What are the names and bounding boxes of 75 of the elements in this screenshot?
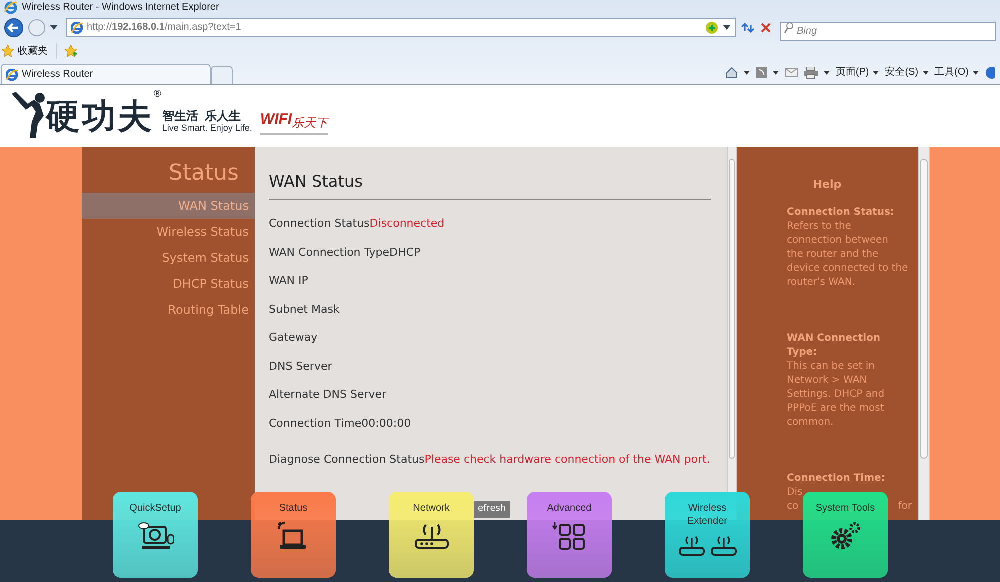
menu-button[interactable]: 安全(S) [885, 65, 929, 80]
nav-tile[interactable]: Wireless Extender [665, 492, 750, 578]
monitor-icon [138, 521, 174, 551]
registered-mark: ® [154, 88, 162, 102]
star-icon [2, 45, 14, 57]
browser-tab[interactable]: Wireless Router [1, 64, 211, 84]
help-text: for [898, 500, 912, 514]
nav-tile[interactable]: Status [251, 492, 336, 578]
dropdown-icon[interactable] [744, 70, 750, 74]
add-favorite-icon[interactable] [65, 45, 77, 57]
status-line: DNS Server [269, 358, 334, 374]
status-line: WAN IP [269, 273, 310, 289]
help-text: connection between [787, 234, 889, 248]
favorites-button[interactable]: 收藏夹 [2, 44, 48, 58]
status-line: Diagnose Connection StatusPlease check hardware connection of the WAN port. [269, 452, 711, 468]
browser-icon [6, 68, 18, 80]
status-line: Subnet Mask [269, 302, 341, 318]
menu-button[interactable]: 工具(O) [934, 65, 979, 80]
status-line: Connection StatusDisconnected [269, 216, 446, 232]
dropdown-icon[interactable] [723, 24, 731, 30]
wifi-text: WIFI [260, 110, 292, 130]
status-line: Gateway [269, 330, 319, 346]
status-line: Alternate DNS Server [269, 387, 388, 403]
help-title: Help [812, 177, 843, 193]
content-title: WAN Status [269, 171, 711, 200]
help-text: Refers to the [787, 220, 852, 234]
refresh-button[interactable]: efresh [474, 501, 510, 518]
stop-icon[interactable] [760, 22, 772, 34]
help-text: common. [787, 416, 834, 430]
caret-icon [873, 70, 880, 74]
help-text: device connected to the [787, 262, 908, 276]
caret-icon [922, 70, 929, 74]
help-heading: WAN Connection Type: [787, 332, 882, 360]
nav-tile[interactable]: Network [389, 492, 474, 578]
back-button[interactable] [4, 18, 24, 38]
help-icon[interactable] [985, 66, 995, 78]
feed-icon[interactable] [756, 67, 767, 78]
search-field[interactable]: Bing [780, 22, 996, 41]
menu-button[interactable]: 页面(P) [836, 65, 880, 80]
dropdown-icon[interactable] [824, 70, 830, 74]
slogan: 智生活 乐人生 [162, 108, 242, 122]
page-icon [71, 22, 83, 34]
brand-name: 硬功夫 [46, 96, 154, 138]
home-icon[interactable] [726, 66, 738, 78]
scrollbar[interactable] [918, 147, 930, 520]
help-text: router's WAN. [787, 276, 856, 290]
caret-icon [973, 70, 979, 74]
dropdown-icon[interactable] [50, 24, 58, 30]
status-line: Connection Time00:00:00 [269, 416, 412, 432]
help-heading: Connection Time: [787, 472, 886, 486]
refresh-icon[interactable] [740, 20, 756, 34]
help-heading: Connection Status: [787, 206, 896, 220]
help-text: This can be set in [787, 360, 876, 374]
sidebar-title: Status [168, 160, 240, 188]
window-title: Wireless Router - Windows Internet Explorer [22, 1, 220, 15]
help-text: Dis [787, 486, 803, 500]
address-field[interactable]: http://192.168.0.1/main.asp?text=1 [66, 18, 736, 37]
grid-icon [552, 521, 588, 551]
help-text: co [787, 500, 799, 514]
search-icon [784, 22, 794, 34]
dropdown-icon[interactable] [772, 70, 779, 74]
nav-tile[interactable]: Advanced [527, 492, 612, 578]
url-text: http://192.168.0.1/main.asp?text=1 [87, 21, 242, 35]
nav-tile[interactable]: QuickSetup [113, 492, 198, 578]
help-text: PPPoE are the most [787, 402, 884, 416]
help-text: Network > WAN [787, 374, 868, 388]
wifi-tagline: 乐天下 [292, 116, 328, 132]
printer-icon[interactable] [804, 66, 818, 78]
browser-icon [4, 0, 18, 14]
help-text: Settings. DHCP and [787, 388, 885, 402]
status-line: WAN Connection TypeDHCP [269, 244, 422, 260]
mail-icon[interactable] [784, 68, 798, 77]
nav-tile[interactable]: System Tools [803, 492, 888, 578]
slogan-english: Live Smart. Enjoy Life. [162, 122, 252, 134]
help-text: the router and the [787, 248, 879, 262]
